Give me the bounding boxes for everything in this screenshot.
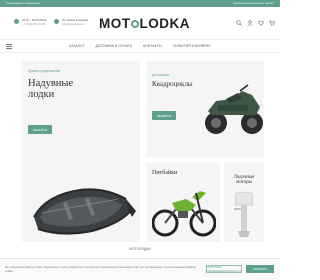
- header-phone[interactable]: +7 (999) 000-00-00: [22, 23, 47, 27]
- card-motors-title-line2: моторы: [236, 180, 252, 186]
- header: 10:00 – 20:00 (МСК) +7 (999) 000-00-00 П…: [0, 7, 280, 39]
- accept-cookies-button[interactable]: Принять: [246, 265, 274, 273]
- card-atv-button[interactable]: Перейти: [152, 111, 176, 120]
- card-boats-title-line1: Надувные: [28, 78, 74, 89]
- user-icon[interactable]: [247, 20, 253, 26]
- cookie-text: Мы используем файлы cookie. Подробнее о …: [5, 266, 196, 273]
- mail-icon: [54, 19, 59, 24]
- header-icons: [236, 20, 275, 26]
- privacy-policy-button[interactable]: Политика конфиденциальности: [206, 265, 242, 273]
- card-atv[interactable]: для отдыха Квадроциклы Перейти: [146, 61, 264, 157]
- card-boats-title: Надувные лодки: [28, 78, 73, 100]
- header-contact-block: По любым вопросам info@motolodka.ru: [62, 19, 88, 27]
- site-logo[interactable]: MOT LODKA: [99, 16, 190, 31]
- menu-icon[interactable]: [6, 44, 12, 49]
- card-dirtbike-title: Питбайки: [152, 170, 178, 176]
- card-atv-tag: для отдыха: [152, 73, 169, 77]
- top-bar: Аренда/кредит информация Обработка персо…: [0, 0, 280, 7]
- section-title: Мотолодки: [129, 247, 151, 251]
- nav-item-warranty[interactable]: Гарантия и возврат: [173, 44, 211, 48]
- card-boats-button[interactable]: Перейти: [28, 125, 52, 134]
- card-boats[interactable]: Лучшее предложение Надувные лодки Перейт…: [22, 61, 140, 242]
- header-hours-block: 10:00 – 20:00 (МСК) +7 (999) 000-00-00: [22, 19, 47, 27]
- outboard-motor-image: [234, 191, 254, 237]
- header-email[interactable]: info@motolodka.ru: [62, 23, 88, 27]
- nav-item-contacts[interactable]: Контакты: [143, 44, 162, 48]
- card-boats-title-line2: лодки: [28, 89, 55, 101]
- inflatable-boat-image: [33, 188, 136, 235]
- cart-icon[interactable]: [269, 20, 275, 26]
- logo-text-pre: MOT: [99, 16, 131, 31]
- heart-icon[interactable]: [258, 20, 264, 26]
- page: Аренда/кредит информация Обработка персо…: [0, 0, 280, 280]
- card-motors-title: Лодочные моторы: [227, 175, 261, 185]
- main-nav: Каталог Доставка и оплата Контакты Гаран…: [0, 39, 280, 53]
- topbar-right-link[interactable]: Обработка персональных данных: [233, 2, 274, 5]
- logo-o-ring: [131, 20, 139, 28]
- clock-icon: [14, 19, 19, 24]
- atv-image: [205, 84, 263, 134]
- nav-item-delivery[interactable]: Доставка и оплата: [96, 44, 133, 48]
- card-boats-tag: Лучшее предложение: [28, 69, 61, 73]
- nav-item-catalog[interactable]: Каталог: [69, 44, 84, 48]
- cookie-banner: Мы используем файлы cookie. Подробнее о …: [0, 258, 280, 280]
- dirt-bike-image: [152, 191, 216, 237]
- logo-text-post: LODKA: [139, 16, 190, 31]
- card-motors[interactable]: Лодочные моторы: [224, 163, 264, 242]
- card-atv-title: Квадроциклы: [152, 80, 193, 88]
- topbar-left-link[interactable]: Аренда/кредит информация: [6, 2, 40, 5]
- search-icon[interactable]: [236, 20, 242, 26]
- card-dirtbike[interactable]: Питбайки: [146, 163, 220, 242]
